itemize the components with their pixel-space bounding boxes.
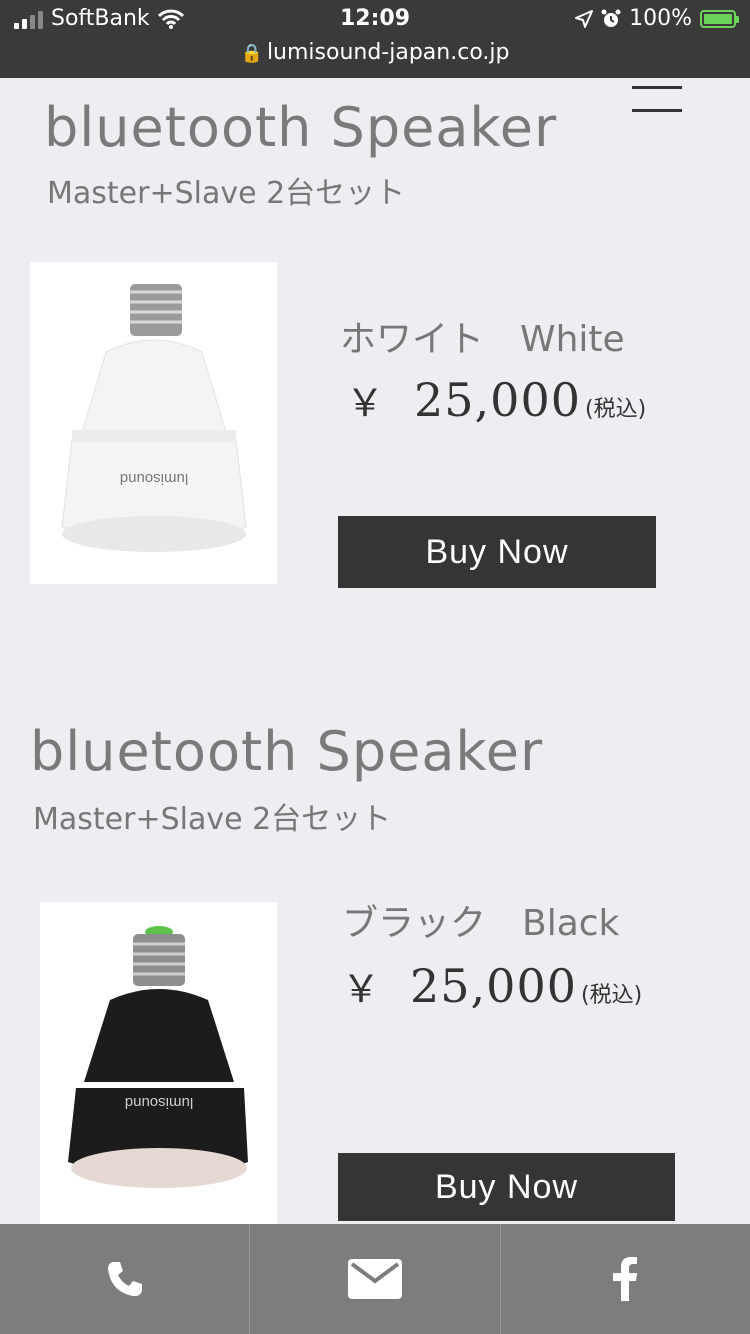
product-title: bluetooth Speaker — [44, 96, 558, 159]
lock-icon: 🔒 — [240, 43, 263, 64]
url-bar[interactable]: 🔒 lumisound-japan.co.jp — [0, 40, 750, 65]
buy-now-button-white[interactable]: Buy Now — [338, 516, 656, 588]
price-amount: 25,000 — [414, 373, 581, 427]
black-speaker-bulb-image: lumisound — [68, 926, 248, 1188]
status-bar: SoftBank 12:09 100% 🔒 lumisound-japan.co.… — [0, 0, 750, 78]
color-label-white: ホワイト White — [340, 319, 625, 360]
product-image-white[interactable]: lumisound — [30, 262, 277, 584]
bottom-contact-bar — [0, 1224, 750, 1334]
svg-text:lumisound: lumisound — [120, 470, 188, 487]
product-image-black[interactable]: lumisound — [40, 902, 277, 1224]
url-text: lumisound-japan.co.jp — [266, 40, 510, 65]
product-title: bluetooth Speaker — [30, 720, 544, 783]
buy-now-button-black[interactable]: Buy Now — [338, 1153, 675, 1221]
color-label-black: ブラック Black — [342, 903, 620, 944]
price-amount: 25,000 — [410, 959, 577, 1013]
phone-icon — [107, 1262, 142, 1297]
white-speaker-bulb-image: lumisound — [61, 284, 247, 552]
hamburger-menu-icon[interactable] — [632, 86, 682, 112]
mail-button[interactable] — [249, 1224, 499, 1334]
phone-button[interactable] — [0, 1224, 249, 1334]
status-right: 100% — [575, 6, 739, 31]
price-black: ￥ 25,000 (税込) — [342, 958, 642, 1013]
price-white: ￥ 25,000 (税込) — [346, 372, 646, 427]
location-arrow-icon — [575, 9, 594, 28]
battery-icon — [700, 9, 739, 28]
facebook-icon — [613, 1257, 638, 1301]
yen-symbol: ￥ — [346, 381, 385, 425]
yen-symbol: ￥ — [342, 967, 381, 1011]
svg-text:lumisound: lumisound — [125, 1094, 193, 1111]
battery-percent: 100% — [629, 6, 692, 31]
facebook-button[interactable] — [499, 1224, 750, 1334]
product-subtitle: Master+Slave 2台セット — [33, 802, 392, 837]
tax-note: (税込) — [584, 397, 647, 422]
tax-note: (税込) — [580, 983, 643, 1008]
alarm-icon — [601, 9, 621, 27]
mail-icon — [347, 1259, 402, 1299]
product-subtitle: Master+Slave 2台セット — [47, 176, 406, 211]
